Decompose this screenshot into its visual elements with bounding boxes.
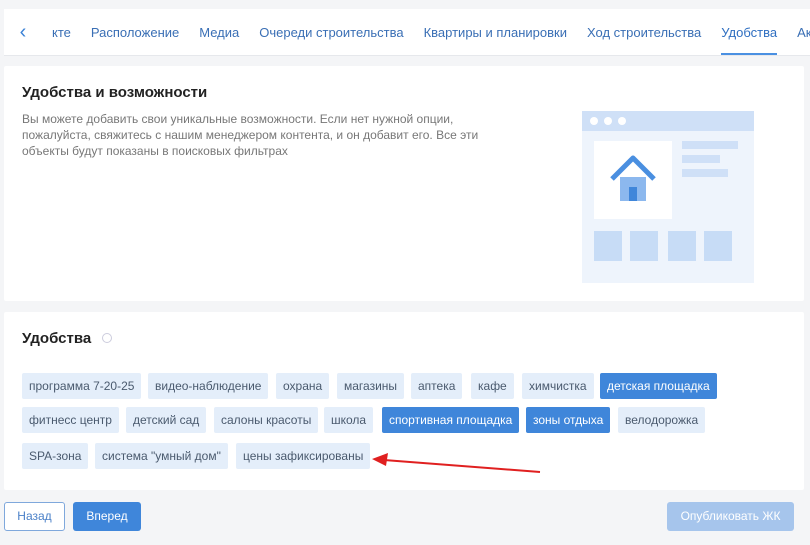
amenity-tag-selected[interactable]: детская площадка bbox=[600, 373, 717, 399]
tab-apartments[interactable]: Квартиры и планировки bbox=[414, 9, 577, 55]
tab-promotions[interactable]: Акции bbox=[787, 9, 810, 55]
amenity-tag[interactable]: велодорожка bbox=[618, 407, 706, 433]
tab-construction-phases[interactable]: Очереди строительства bbox=[249, 9, 413, 55]
amenity-tag[interactable]: химчистка bbox=[522, 373, 594, 399]
annotation-arrow-icon bbox=[372, 453, 541, 473]
features-card: Удобства и возможности Вы можете добавит… bbox=[4, 66, 804, 301]
amenity-tag[interactable]: программа 7-20-25 bbox=[22, 373, 142, 399]
info-icon[interactable] bbox=[102, 333, 112, 343]
amenity-tag[interactable]: SPA-зона bbox=[22, 443, 89, 469]
tab-amenities[interactable]: Удобства bbox=[711, 9, 787, 55]
amenity-tag-selected[interactable]: спортивная площадка bbox=[382, 407, 520, 433]
amenity-tag[interactable]: видео-наблюдение bbox=[148, 373, 269, 399]
tab-media[interactable]: Медиа bbox=[189, 9, 249, 55]
amenity-tag[interactable]: фитнесс центр bbox=[22, 407, 119, 433]
amenity-tag[interactable]: кафе bbox=[471, 373, 514, 399]
features-title: Удобства и возможности bbox=[22, 84, 208, 101]
amenities-title: Удобства bbox=[22, 330, 92, 347]
amenity-tag[interactable]: детский сад bbox=[126, 407, 207, 433]
next-button[interactable]: Вперед bbox=[73, 502, 141, 531]
tab-bar: ‹ кте Расположение Медиа Очереди строите… bbox=[4, 9, 810, 56]
tab-location[interactable]: Расположение bbox=[81, 9, 189, 55]
back-button[interactable]: Назад bbox=[4, 502, 65, 531]
chevron-left-icon[interactable]: ‹ bbox=[4, 9, 42, 55]
features-description: Вы можете добавить свои уникальные возмо… bbox=[22, 112, 479, 158]
amenity-tag[interactable]: охрана bbox=[276, 373, 330, 399]
amenity-tag[interactable]: аптека bbox=[411, 373, 463, 399]
amenity-tag[interactable]: система "умный дом" bbox=[95, 443, 228, 469]
amenity-tag[interactable]: магазины bbox=[337, 373, 405, 399]
tab-construction-progress[interactable]: Ход строительства bbox=[577, 9, 711, 55]
amenity-tag-selected[interactable]: зоны отдыха bbox=[526, 407, 611, 433]
house-illustration-icon bbox=[582, 111, 754, 283]
amenity-tag[interactable]: школа bbox=[324, 407, 374, 433]
amenity-tag[interactable]: цены зафиксированы bbox=[236, 443, 371, 469]
amenity-tag[interactable]: салоны красоты bbox=[214, 407, 319, 433]
tab-partial[interactable]: кте bbox=[42, 9, 81, 55]
publish-button[interactable]: Опубликовать ЖК bbox=[667, 502, 794, 531]
